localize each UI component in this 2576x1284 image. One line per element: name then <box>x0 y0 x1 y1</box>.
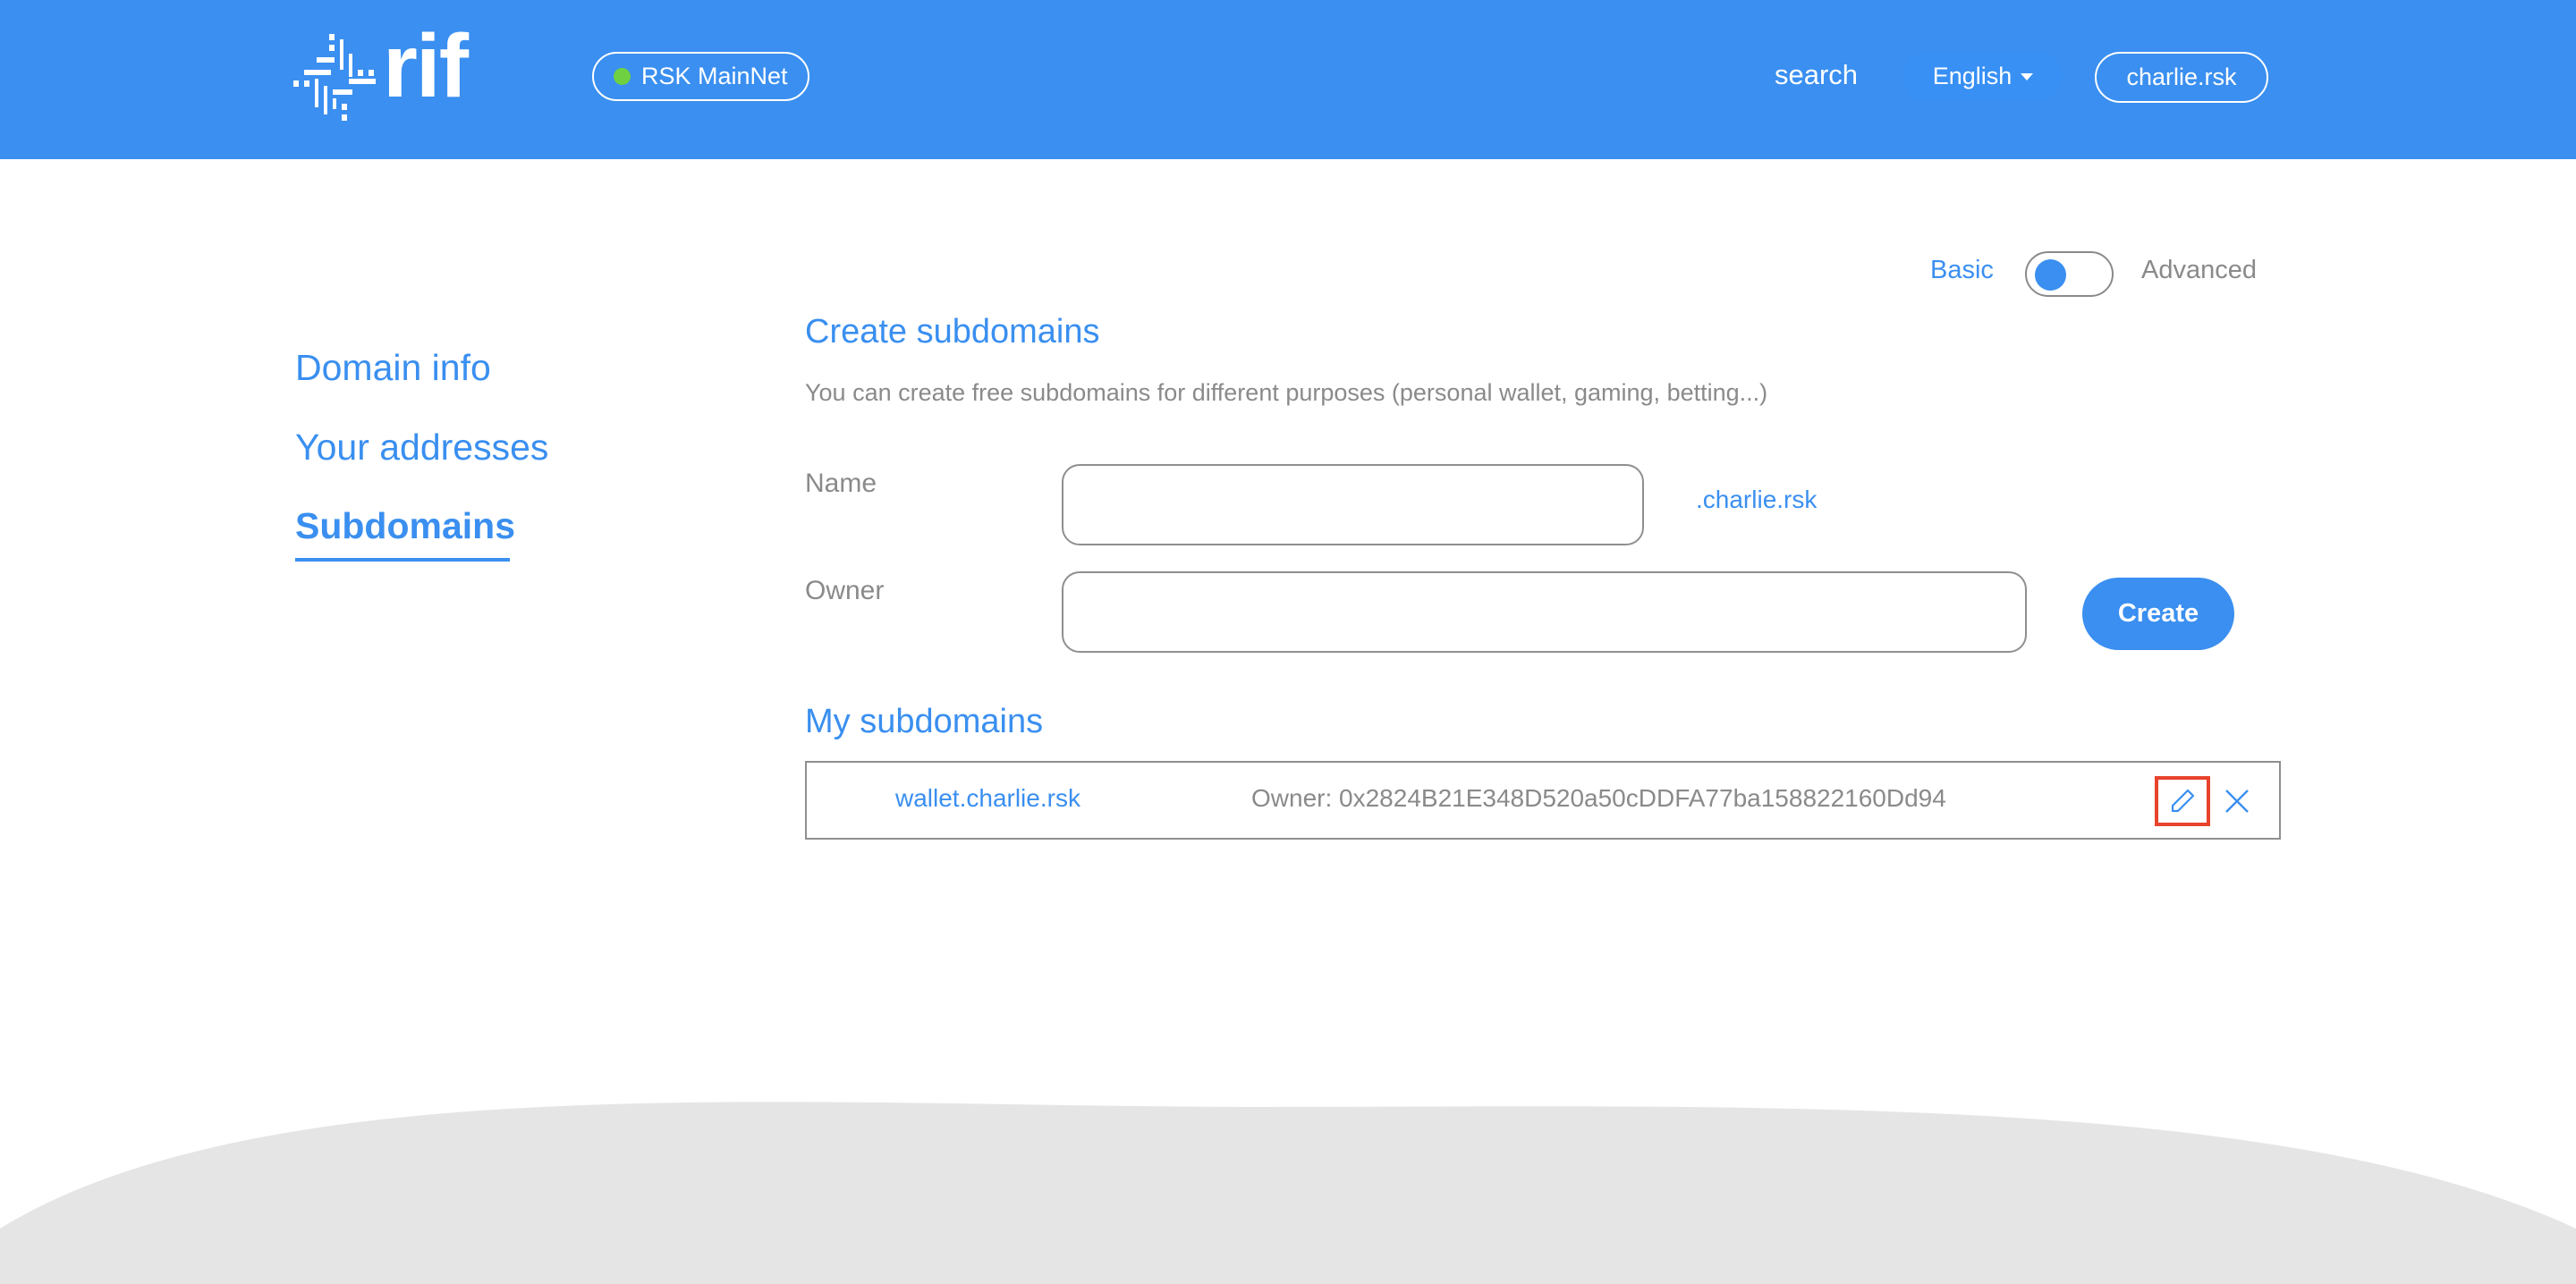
my-subdomains-title: My subdomains <box>805 703 1044 740</box>
pencil-icon <box>2171 789 2195 813</box>
basic-advanced-toggle[interactable] <box>2025 251 2114 297</box>
owner-input[interactable] <box>1062 571 2027 653</box>
language-dropdown[interactable]: English <box>1903 52 2063 101</box>
create-subdomains-description: You can create free subdomains for diffe… <box>805 379 1768 406</box>
toggle-basic-label[interactable]: Basic <box>1930 256 1994 285</box>
network-label: RSK MainNet <box>641 63 788 89</box>
subdomain-row: wallet.charlie.rsk Owner: 0x2824B21E348D… <box>805 761 2281 840</box>
user-domain-label: charlie.rsk <box>2126 63 2237 90</box>
create-subdomains-title: Create subdomains <box>805 313 1100 351</box>
owner-label: Owner <box>805 576 885 605</box>
logo-text: rif <box>383 16 469 116</box>
delete-subdomain-button[interactable] <box>2218 782 2256 820</box>
sidebar-item-your-addresses[interactable]: Your addresses <box>295 427 548 469</box>
caret-down-icon <box>2021 72 2034 80</box>
toggle-knob <box>2035 259 2066 291</box>
close-icon <box>2225 790 2249 813</box>
create-button[interactable]: Create <box>2082 578 2234 650</box>
search-link[interactable]: search <box>1775 59 1858 91</box>
name-input[interactable] <box>1062 464 1644 545</box>
subdomain-name[interactable]: wallet.charlie.rsk <box>895 784 1080 813</box>
sidebar-item-domain-info[interactable]: Domain info <box>295 347 491 389</box>
subdomain-owner: Owner: 0x2824B21E348D520a50cDDFA77ba1588… <box>1251 784 1946 812</box>
sidebar-item-subdomains[interactable]: Subdomains <box>295 505 515 547</box>
network-indicator[interactable]: RSK MainNet <box>592 52 809 101</box>
language-label: English <box>1932 63 2012 89</box>
rif-logo[interactable]: rif <box>293 21 478 123</box>
top-header: rif RSK MainNet search English charlie.r… <box>0 0 2576 159</box>
name-label: Name <box>805 469 877 498</box>
rif-logo-mark-icon <box>293 34 376 121</box>
edit-subdomain-button[interactable] <box>2155 776 2210 826</box>
active-tab-underline <box>295 558 510 562</box>
name-suffix: .charlie.rsk <box>1696 486 1818 513</box>
user-domain-button[interactable]: charlie.rsk <box>2095 52 2268 103</box>
toggle-advanced-label[interactable]: Advanced <box>2141 256 2257 285</box>
network-status-dot-icon <box>614 68 631 85</box>
footer-curve-decoration <box>0 1102 2576 1284</box>
